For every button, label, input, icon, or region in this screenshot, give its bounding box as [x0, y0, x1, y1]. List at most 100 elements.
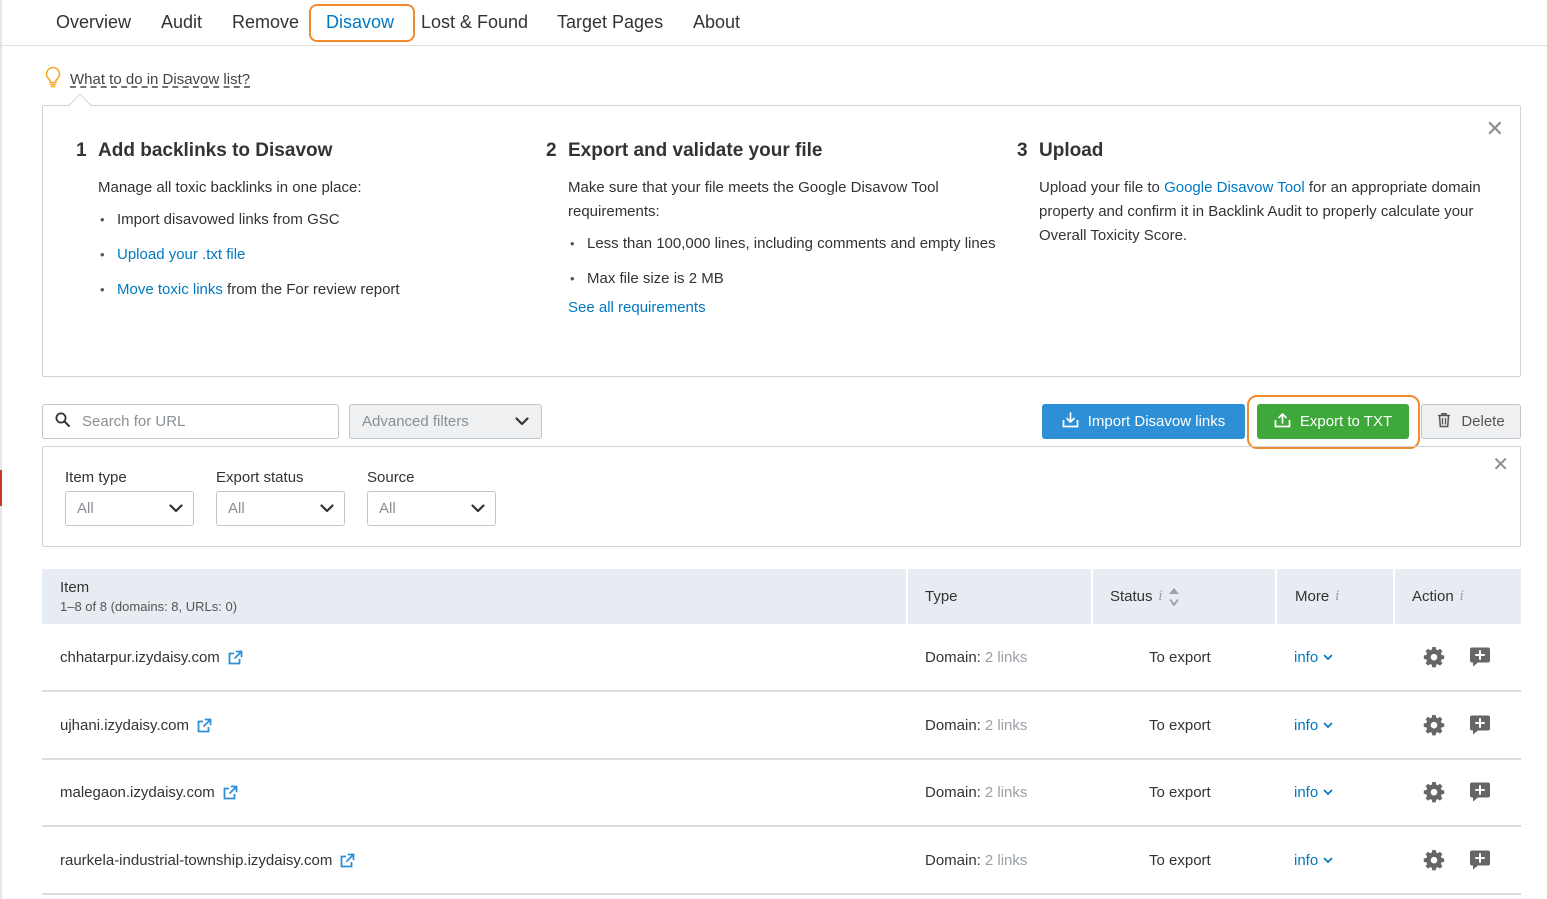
step-1-intro: Manage all toxic backlinks in one place: — [98, 179, 362, 196]
item-url: malegaon.izydaisy.com — [60, 783, 215, 801]
table-row: raurkela-industrial-township.izydaisy.co… — [42, 827, 1521, 895]
add-comment-icon[interactable] — [1469, 646, 1491, 668]
external-link-icon[interactable] — [228, 650, 243, 665]
tab-remove[interactable]: Remove — [232, 12, 299, 33]
info-icon[interactable]: i — [1159, 589, 1163, 604]
step-1: 1 Add backlinks to Disavow Manage all tox… — [76, 140, 516, 313]
chevron-down-icon — [471, 500, 485, 517]
move-toxic-links-link[interactable]: Move toxic links — [117, 281, 223, 298]
chevron-down-icon — [1323, 789, 1333, 795]
export-to-txt-button[interactable]: Export to TXT — [1257, 404, 1409, 439]
add-comment-icon[interactable] — [1469, 714, 1491, 736]
hint: What to do in Disavow list? — [44, 66, 250, 93]
action-cell — [1423, 624, 1491, 690]
type-cell: Domain: 2 links — [925, 716, 1028, 734]
type-cell: Domain: 2 links — [925, 783, 1028, 801]
google-disavow-tool-link[interactable]: Google Disavow Tool — [1164, 179, 1305, 196]
close-icon[interactable]: ✕ — [1486, 118, 1504, 140]
item-cell: raurkela-industrial-township.izydaisy.co… — [60, 827, 355, 893]
source-select[interactable]: All — [367, 491, 496, 526]
tab-bar: Overview Audit Remove Disavow Lost & Fou… — [0, 0, 1547, 46]
external-link-icon[interactable] — [340, 853, 355, 868]
list-item: Import disavowed links from GSC — [98, 208, 516, 232]
more-cell: info — [1294, 827, 1333, 893]
add-comment-icon[interactable] — [1469, 781, 1491, 803]
action-cell — [1423, 759, 1491, 825]
item-count: 1–8 of 8 (domains: 8, URLs: 0) — [60, 599, 238, 614]
tab-about[interactable]: About — [693, 12, 740, 33]
window-left-edge — [0, 0, 2, 899]
delete-button[interactable]: Delete — [1421, 404, 1521, 439]
action-cell — [1423, 692, 1491, 758]
list-item: Max file size is 2 MB — [568, 267, 1001, 291]
item-cell: ujhani.izydaisy.com — [60, 692, 212, 758]
step-1-title: 1 Add backlinks to Disavow — [76, 140, 333, 161]
status-cell: To export — [1149, 716, 1211, 734]
item-url: raurkela-industrial-township.izydaisy.co… — [60, 851, 333, 869]
item-cell: malegaon.izydaisy.com — [60, 759, 238, 825]
column-divider — [1275, 569, 1277, 624]
more-cell: info — [1294, 759, 1333, 825]
gear-icon[interactable] — [1423, 646, 1445, 668]
advanced-filters-dropdown[interactable]: Advanced filters — [349, 404, 542, 439]
chevron-down-icon — [515, 413, 529, 430]
gear-icon[interactable] — [1423, 781, 1445, 803]
column-item: Item 1–8 of 8 (domains: 8, URLs: 0) — [60, 569, 237, 624]
more-cell: info — [1294, 692, 1333, 758]
step-3-title: 3 Upload — [1017, 140, 1104, 161]
list-item: Upload your .txt file — [98, 243, 516, 267]
import-icon — [1062, 411, 1079, 432]
more-cell: info — [1294, 624, 1333, 690]
tab-audit[interactable]: Audit — [161, 12, 202, 33]
hint-link[interactable]: What to do in Disavow list? — [70, 71, 250, 88]
column-more: More i — [1295, 588, 1340, 605]
status-cell: To export — [1149, 648, 1211, 666]
table-header: Item 1–8 of 8 (domains: 8, URLs: 0) Type… — [42, 569, 1521, 624]
filter-label: Item type — [65, 469, 127, 486]
import-disavow-links-button[interactable]: Import Disavow links — [1042, 404, 1245, 439]
type-cell: Domain: 2 links — [925, 851, 1028, 869]
column-status[interactable]: Status i — [1110, 569, 1180, 624]
external-link-icon[interactable] — [197, 718, 212, 733]
export-status-select[interactable]: All — [216, 491, 345, 526]
see-all-requirements-link[interactable]: See all requirements — [568, 299, 706, 316]
close-icon[interactable]: ✕ — [1492, 455, 1509, 475]
search-input[interactable] — [80, 412, 320, 431]
step-2-list: Less than 100,000 lines, including comme… — [568, 232, 1001, 291]
add-comment-icon[interactable] — [1469, 849, 1491, 871]
upload-txt-link[interactable]: Upload your .txt file — [117, 246, 245, 263]
links-count: 2 links — [984, 851, 1028, 869]
tab-overview[interactable]: Overview — [56, 12, 131, 33]
table-row: ujhani.izydaisy.com Domain: 2 links To ex… — [42, 692, 1521, 760]
tab-target-pages[interactable]: Target Pages — [557, 12, 663, 33]
info-dropdown[interactable]: info — [1294, 649, 1333, 666]
filter-label: Source — [367, 469, 415, 486]
tab-lost-and-found[interactable]: Lost & Found — [421, 12, 528, 33]
links-count: 2 links — [984, 648, 1028, 666]
sort-icon[interactable] — [1168, 586, 1180, 608]
gear-icon[interactable] — [1423, 714, 1445, 736]
tab-disavow[interactable]: Disavow — [326, 12, 394, 33]
chevron-down-icon — [320, 500, 334, 517]
info-dropdown[interactable]: info — [1294, 784, 1333, 801]
info-icon[interactable]: i — [1460, 589, 1464, 604]
step-2-intro: Make sure that your file meets the Googl… — [568, 179, 939, 220]
chevron-down-icon — [1323, 654, 1333, 660]
step-2: 2 Export and validate your file Make sure… — [546, 140, 1001, 320]
item-type-select[interactable]: All — [65, 491, 194, 526]
column-divider — [906, 569, 908, 624]
advanced-filters-label: Advanced filters — [362, 413, 469, 430]
type-cell: Domain: 2 links — [925, 648, 1028, 666]
links-count: 2 links — [984, 716, 1028, 734]
search-icon — [55, 412, 70, 432]
info-dropdown[interactable]: info — [1294, 717, 1333, 734]
column-item-label: Item — [60, 579, 90, 596]
external-link-icon[interactable] — [223, 785, 238, 800]
info-icon[interactable]: i — [1335, 589, 1339, 604]
gear-icon[interactable] — [1423, 849, 1445, 871]
column-type: Type — [925, 588, 958, 605]
chevron-down-icon — [1323, 857, 1333, 863]
info-dropdown[interactable]: info — [1294, 852, 1333, 869]
filter-item-type: Item type All — [65, 469, 194, 526]
item-cell: chhatarpur.izydaisy.com — [60, 624, 243, 690]
